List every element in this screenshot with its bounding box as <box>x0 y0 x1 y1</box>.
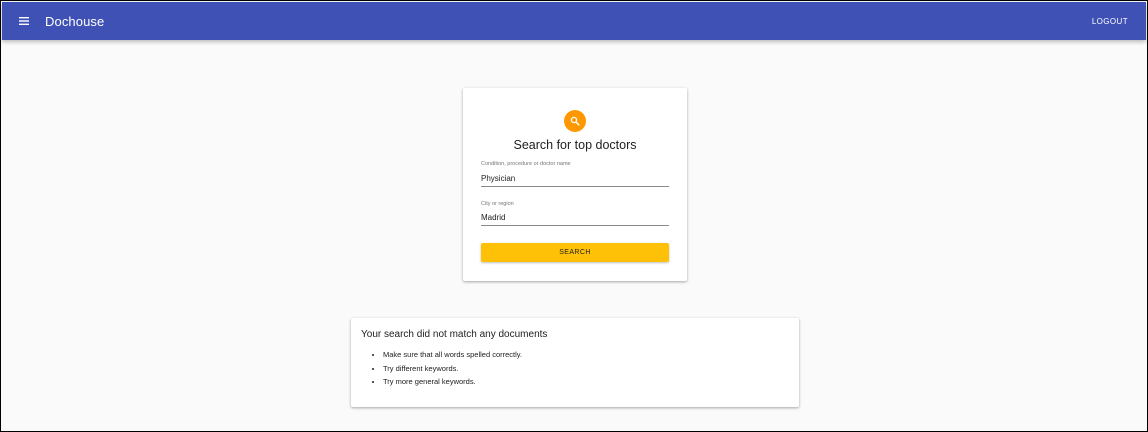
app-bar: Dochouse LOGOUT <box>2 2 1146 40</box>
app-frame: Dochouse LOGOUT Search for top doctors C… <box>0 0 1148 432</box>
tip-item: Try different keywords. <box>383 364 522 378</box>
no-results-title: Your search did not match any documents <box>361 329 548 340</box>
search-button[interactable]: SEARCH <box>481 243 669 262</box>
city-input[interactable] <box>481 212 669 226</box>
no-results-card: Your search did not match any documents … <box>351 318 799 407</box>
app-title: Dochouse <box>45 13 105 29</box>
search-card-title: Search for top doctors <box>513 138 637 152</box>
search-card: Search for top doctors Condition, proced… <box>463 88 687 281</box>
city-label: City or region <box>481 201 514 207</box>
tip-item: Make sure that all words spelled correct… <box>383 350 522 364</box>
logout-button[interactable]: LOGOUT <box>1092 2 1128 40</box>
condition-label: Condition, procedure or doctor name <box>481 161 571 167</box>
tips-list: Make sure that all words spelled correct… <box>383 350 522 391</box>
condition-input[interactable] <box>481 173 669 187</box>
search-icon <box>564 110 586 132</box>
menu-icon[interactable] <box>13 10 35 32</box>
tip-item: Try more general keywords. <box>383 377 522 391</box>
